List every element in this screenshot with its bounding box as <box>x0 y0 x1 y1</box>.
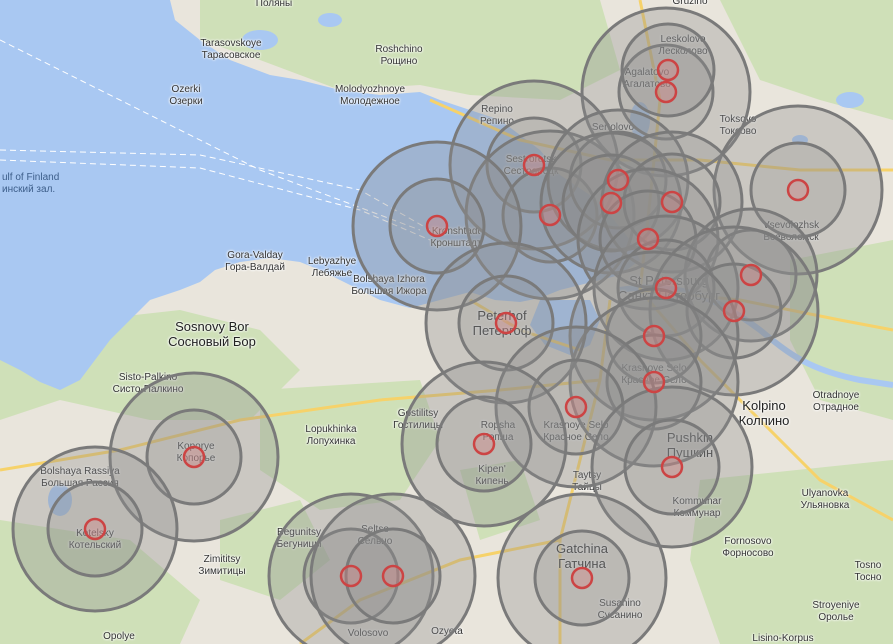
site-marker[interactable] <box>739 263 763 287</box>
site-marker[interactable] <box>660 455 684 479</box>
coverage-overlay <box>11 6 884 644</box>
site-marker[interactable] <box>381 564 405 588</box>
site-marker[interactable] <box>654 276 678 300</box>
site-marker[interactable] <box>339 564 363 588</box>
site-marker[interactable] <box>522 153 546 177</box>
site-marker[interactable] <box>656 58 680 82</box>
site-marker[interactable] <box>472 432 496 456</box>
site-marker[interactable] <box>722 299 746 323</box>
site-marker[interactable] <box>564 395 588 419</box>
site-marker[interactable] <box>606 168 630 192</box>
map-canvas[interactable]: Поляны Gruzino Tarasovskoye Тарасовское R… <box>0 0 893 644</box>
site-marker[interactable] <box>642 370 666 394</box>
site-marker[interactable] <box>786 178 810 202</box>
site-marker[interactable] <box>599 191 623 215</box>
site-marker[interactable] <box>182 445 206 469</box>
site-marker[interactable] <box>654 80 678 104</box>
site-marker[interactable] <box>83 517 107 541</box>
site-marker[interactable] <box>425 214 449 238</box>
site-marker[interactable] <box>570 566 594 590</box>
site-marker[interactable] <box>660 190 684 214</box>
site-marker[interactable] <box>538 203 562 227</box>
site-marker[interactable] <box>642 324 666 348</box>
site-marker[interactable] <box>636 227 660 251</box>
site-marker[interactable] <box>494 311 518 335</box>
